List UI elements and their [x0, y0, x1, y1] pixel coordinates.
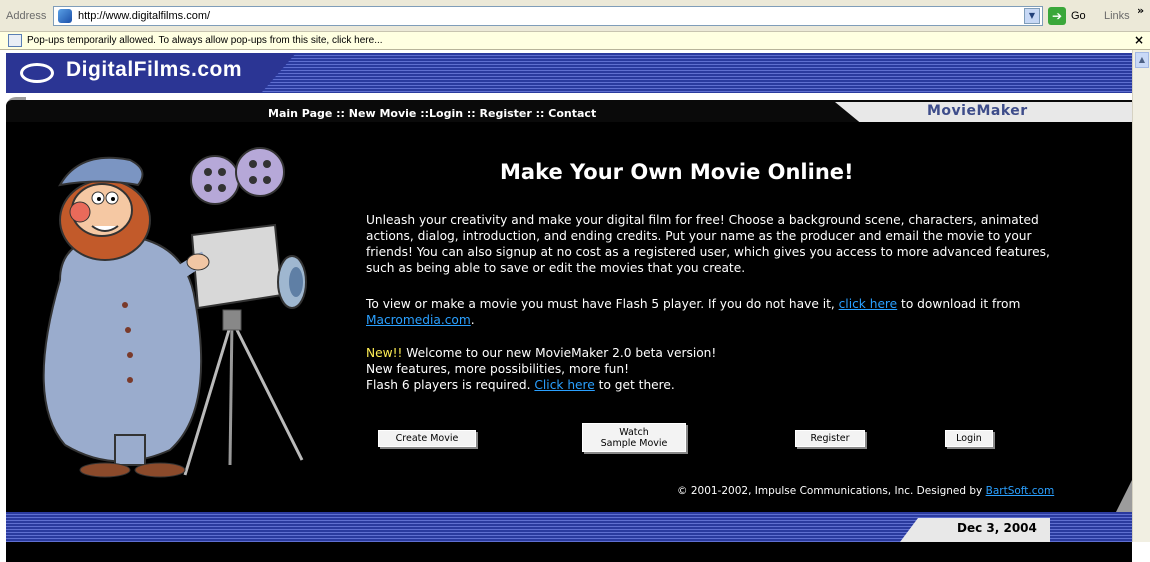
address-label: Address — [6, 10, 47, 22]
product-title: MovieMaker — [927, 103, 1028, 119]
flash-click-here-link[interactable]: click here — [839, 297, 898, 311]
new-badge: New!! — [366, 346, 403, 360]
chevron-more-icon[interactable]: » — [1137, 4, 1144, 17]
url-text: http://www.digitalfilms.com/ — [78, 10, 211, 22]
page-content: DigitalFilms.com Main Page :: New Movie … — [0, 50, 1132, 562]
links-button[interactable]: Links — [1104, 10, 1130, 22]
close-icon[interactable]: × — [1134, 33, 1144, 47]
site-logo[interactable]: DigitalFilms.com — [66, 58, 242, 82]
nav-separator: :: — [332, 107, 349, 120]
login-button[interactable]: Login — [945, 430, 993, 447]
announce-line-3-end: to get there. — [594, 378, 675, 392]
bartsoft-link[interactable]: BartSoft.com — [986, 485, 1055, 497]
copyright-text: © 2001-2002, Impulse Communications, Inc… — [677, 485, 986, 497]
announce-line-3: Flash 6 players is required. — [366, 378, 535, 392]
go-button[interactable]: Go — [1071, 10, 1086, 22]
address-bar: Address http://www.digitalfilms.com/ ▼ ➔… — [0, 0, 1150, 32]
page-headline: Make Your Own Movie Online! — [500, 160, 854, 184]
nav-register[interactable]: Register — [480, 107, 532, 120]
flash-text-1: To view or make a movie you must have Fl… — [366, 297, 839, 311]
announcement-paragraph: New!! Welcome to our new MovieMaker 2.0 … — [366, 345, 1056, 393]
flash6-click-here-link[interactable]: Click here — [534, 378, 594, 392]
announce-line-2: New features, more possibilities, more f… — [366, 362, 630, 376]
watch-label-line1: Watch — [619, 427, 649, 438]
nav-separator: :: — [531, 107, 549, 120]
nav-separator: :: — [416, 107, 430, 120]
chevron-down-icon[interactable]: ▼ — [1024, 8, 1040, 24]
create-movie-button[interactable]: Create Movie — [378, 430, 476, 447]
go-arrow-icon[interactable]: ➔ — [1048, 7, 1066, 25]
nav-main-page[interactable]: Main Page — [268, 107, 332, 120]
url-input[interactable]: http://www.digitalfilms.com/ ▼ — [53, 6, 1043, 26]
site-header: DigitalFilms.com — [6, 53, 1132, 93]
register-button[interactable]: Register — [795, 430, 865, 447]
flash-text-3: . — [470, 313, 475, 327]
nav-new-movie[interactable]: New Movie — [349, 107, 417, 120]
scroll-up-arrow-icon[interactable]: ▲ — [1135, 52, 1149, 68]
intro-paragraph: Unleash your creativity and make your di… — [366, 213, 1050, 275]
ie-page-icon — [58, 9, 72, 23]
copyright-notice: © 2001-2002, Impulse Communications, Inc… — [677, 485, 1054, 497]
current-date: Dec 3, 2004 — [957, 521, 1037, 535]
popup-window-icon — [8, 34, 22, 47]
watch-sample-movie-button[interactable]: Watch Sample Movie — [582, 423, 686, 452]
nav-contact[interactable]: Contact — [548, 107, 596, 120]
film-reel-logo-icon — [20, 63, 54, 83]
main-nav: Main Page :: New Movie ::Login :: Regist… — [268, 107, 596, 120]
flash-requirement-paragraph: To view or make a movie you must have Fl… — [366, 296, 1056, 328]
vertical-scrollbar[interactable]: ▲ — [1132, 50, 1150, 542]
announce-line-1: Welcome to our new MovieMaker 2.0 beta v… — [402, 346, 717, 360]
nav-login[interactable]: Login — [429, 107, 463, 120]
flash-text-2: to download it from — [897, 297, 1021, 311]
infobar-text[interactable]: Pop-ups temporarily allowed. To always a… — [27, 35, 383, 46]
cameraman-illustration — [42, 147, 307, 478]
popup-info-bar[interactable]: Pop-ups temporarily allowed. To always a… — [0, 32, 1150, 50]
nav-separator: :: — [463, 107, 480, 120]
macromedia-link[interactable]: Macromedia.com — [366, 313, 471, 327]
watch-label-line2: Sample Movie — [600, 438, 668, 449]
